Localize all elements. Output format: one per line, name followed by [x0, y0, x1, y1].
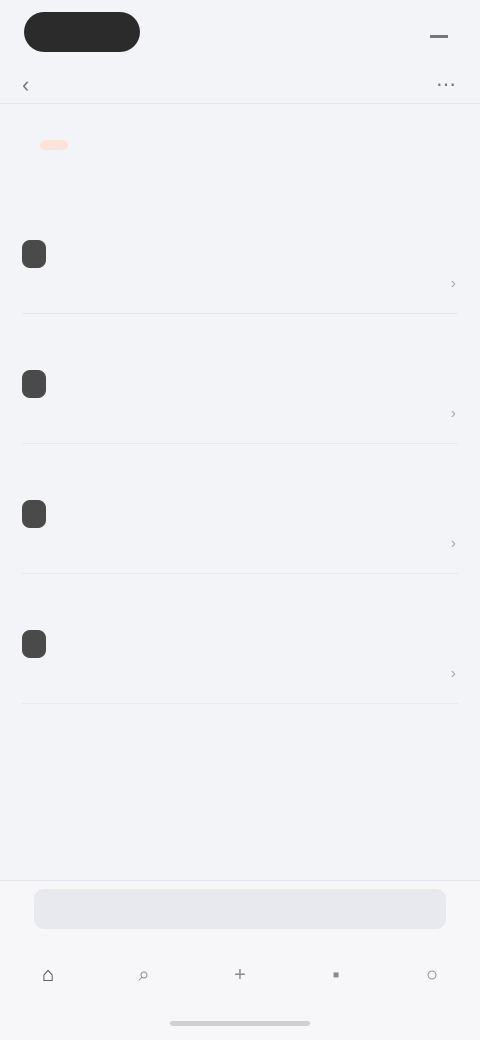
- chevron-right-icon: ›: [450, 405, 456, 422]
- chevron-right-icon: ›: [450, 665, 456, 682]
- chevron-right-icon: ›: [450, 535, 456, 552]
- bottom-panel: ⌂ ⌕ + ▪ ○: [0, 880, 480, 1040]
- item-tag: [22, 240, 46, 268]
- list-item[interactable]: ›: [22, 314, 458, 444]
- tab-search[interactable]: ⌕: [114, 964, 174, 986]
- chevron-right-icon: ›: [450, 275, 456, 292]
- item-tag: [22, 370, 46, 398]
- search-icon: ⌕: [138, 964, 150, 986]
- home-indicator: [170, 1021, 310, 1026]
- back-arrow-icon[interactable]: ‹: [22, 72, 46, 97]
- discount-badge: [40, 140, 68, 150]
- title-row: [22, 140, 458, 150]
- list-item[interactable]: ›: [22, 444, 458, 574]
- page-header: [0, 104, 480, 150]
- signal-icon: [430, 26, 448, 38]
- chat-icon: ▪: [332, 964, 340, 986]
- list-item[interactable]: [22, 704, 458, 784]
- more-options-icon[interactable]: ⋯: [434, 72, 458, 96]
- tab-messages[interactable]: ▪: [306, 964, 366, 986]
- home-icon: ⌂: [41, 964, 55, 986]
- navigation-bar: ‹ ⋯: [0, 64, 480, 104]
- tab-home[interactable]: ⌂: [18, 964, 78, 986]
- tab-create[interactable]: +: [210, 964, 270, 986]
- list-item[interactable]: ›: [22, 184, 458, 314]
- status-bar: [0, 0, 480, 64]
- option-list: › › › ›: [0, 184, 480, 784]
- status-icons: [430, 26, 456, 38]
- tab-bar: ⌂ ⌕ + ▪ ○: [0, 945, 480, 1005]
- status-time-pill: [24, 12, 140, 52]
- item-tag: [22, 500, 46, 528]
- plus-icon: +: [234, 964, 246, 986]
- item-tag: [22, 630, 46, 658]
- profile-icon: ○: [425, 964, 439, 986]
- list-item[interactable]: ›: [22, 574, 458, 704]
- bottom-action-bar[interactable]: [34, 889, 446, 929]
- tab-profile[interactable]: ○: [402, 964, 462, 986]
